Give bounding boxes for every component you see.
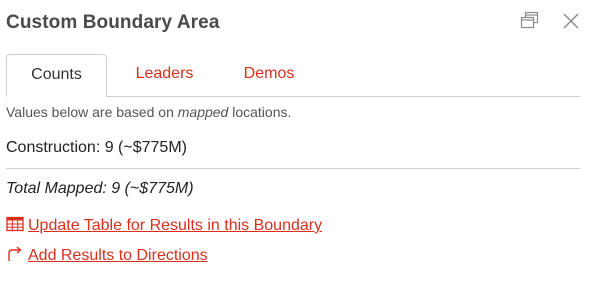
turn-right-arrow-icon (6, 246, 24, 267)
tab-demos[interactable]: Demos (228, 54, 310, 96)
note-emphasis: mapped (177, 104, 229, 120)
table-icon (6, 216, 24, 237)
divider (6, 168, 580, 169)
update-table-label: Update Table for Results in this Boundar… (28, 217, 323, 234)
boundary-panel: Custom Boundary Area Counts Leaders Demo… (0, 0, 590, 282)
mapped-note: Values below are based on mapped locatio… (6, 104, 291, 120)
close-icon (563, 13, 579, 29)
note-prefix: Values below are based on (6, 104, 178, 120)
tab-counts[interactable]: Counts (6, 54, 107, 97)
tab-leaders[interactable]: Leaders (122, 54, 207, 96)
close-button[interactable] (560, 10, 582, 32)
note-suffix: locations. (228, 104, 292, 120)
add-directions-label: Add Results to Directions (28, 247, 208, 264)
panel-title: Custom Boundary Area (6, 12, 220, 33)
total-mapped: Total Mapped: 9 (~$775M) (6, 180, 194, 197)
popout-button[interactable] (519, 10, 541, 32)
tab-bar: Counts Leaders Demos (6, 54, 580, 97)
update-table-link[interactable]: Update Table for Results in this Boundar… (6, 216, 322, 237)
popout-window-icon (520, 11, 539, 29)
add-to-directions-link[interactable]: Add Results to Directions (6, 246, 208, 267)
construction-count: Construction: 9 (~$775M) (6, 139, 187, 156)
